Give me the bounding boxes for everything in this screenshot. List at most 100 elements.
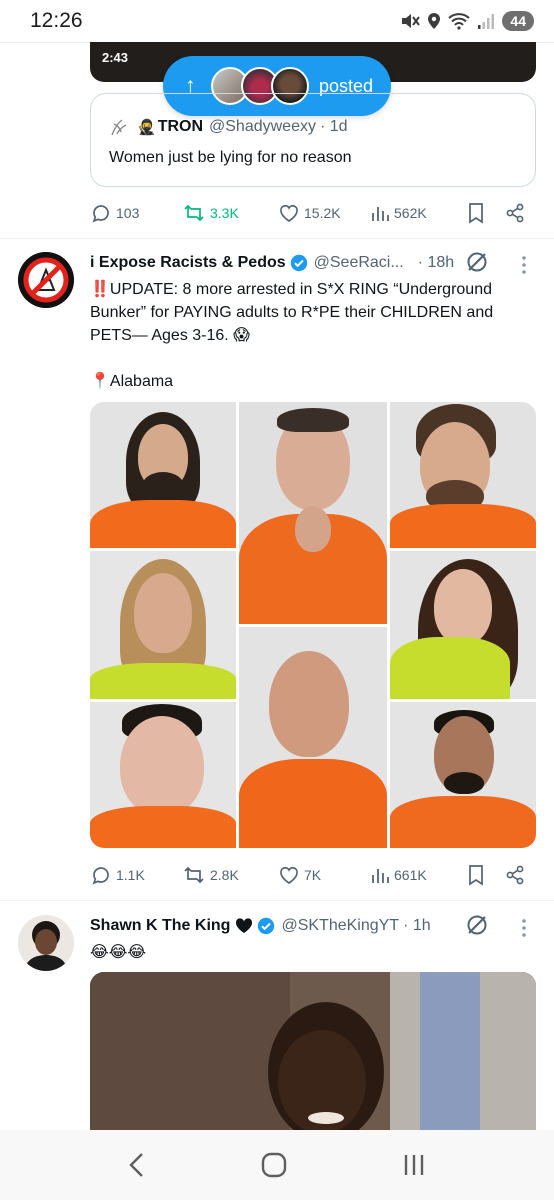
- status-icons: 44: [400, 11, 534, 31]
- grok-icon[interactable]: [465, 913, 489, 937]
- battery-indicator: 44: [502, 11, 534, 31]
- more-icon[interactable]: [521, 918, 527, 938]
- reply-count: 1.1K: [116, 867, 145, 883]
- status-bar: 12:26 44: [0, 0, 554, 42]
- mugshot-photo[interactable]: [90, 551, 236, 699]
- tweet2-text-line1: ‼️UPDATE: 8 more arrested in S*X RING “U…: [90, 281, 492, 298]
- bookmark-icon[interactable]: [466, 864, 486, 886]
- photo-face: [434, 569, 492, 645]
- photo-face: [269, 651, 349, 757]
- views-icon: [372, 207, 389, 221]
- verified-icon: [290, 254, 307, 272]
- views-count: 562K: [394, 205, 427, 221]
- mugshot-photo[interactable]: [90, 402, 236, 548]
- author-name[interactable]: Shawn K The King: [90, 917, 230, 935]
- views-count: 661K: [394, 867, 427, 883]
- photo-face: [120, 716, 204, 816]
- like-button[interactable]: 15.2K: [278, 198, 341, 228]
- recents-icon[interactable]: [401, 1152, 427, 1178]
- tweet2-text-line2: Bunker” for PAYING adults to R*PE their …: [90, 304, 494, 321]
- like-button[interactable]: 7K: [278, 860, 321, 890]
- author-handle[interactable]: @SeeRaci...: [314, 254, 404, 272]
- quote-text: Women just be lying for no reason: [109, 149, 352, 166]
- mugshot-photo[interactable]: [390, 551, 536, 699]
- avatar[interactable]: [18, 252, 74, 308]
- photo-shirt: [390, 796, 536, 848]
- reply-button[interactable]: 1.1K: [90, 860, 145, 890]
- tweet-divider: [0, 238, 554, 239]
- tweet3-text: 😂😂😂: [90, 944, 147, 961]
- mugshot-photo[interactable]: [239, 627, 387, 848]
- quote-avatar-icon: [111, 119, 127, 136]
- mugshot-photo[interactable]: [239, 402, 387, 624]
- photo-neck: [295, 506, 331, 552]
- photo-beard: [142, 472, 184, 500]
- like-icon: [280, 866, 298, 884]
- photo-shirt: [390, 504, 536, 548]
- photo-beard: [444, 772, 484, 794]
- photo-shirt: [90, 663, 236, 699]
- tweet-time: · 18h: [417, 254, 455, 271]
- reply-icon: [92, 205, 109, 223]
- views-button[interactable]: 562K: [370, 198, 427, 228]
- no-symbol-avatar-icon: [18, 252, 74, 308]
- quote-emoji: 🥷: [137, 119, 156, 136]
- repost-icon: [184, 866, 204, 884]
- more-icon[interactable]: [521, 255, 527, 275]
- system-nav-bar: [0, 1130, 554, 1200]
- mugshot-photo[interactable]: [390, 702, 536, 848]
- repost-button[interactable]: 2.8K: [182, 860, 239, 890]
- tweet2-text-line3: PETS— Ages 3-16. 😱: [90, 327, 250, 344]
- like-icon: [280, 204, 298, 222]
- quoted-tweet[interactable]: 🥷 TRON @Shadyweexy · 1d Women just be ly…: [90, 93, 536, 187]
- tweet-divider: [0, 900, 554, 901]
- location-icon: [428, 13, 441, 29]
- photo-shirt: [239, 759, 387, 848]
- tweet3-video[interactable]: [90, 972, 536, 1130]
- tweet1-action-bar: 103 3.3K 15.2K 562K: [90, 198, 536, 228]
- mugshot-photo[interactable]: [390, 402, 536, 548]
- avatar[interactable]: [18, 915, 74, 971]
- repost-count: 2.8K: [210, 867, 239, 883]
- share-icon[interactable]: [504, 864, 526, 886]
- verified-icon: [258, 917, 275, 935]
- status-time: 12:26: [30, 9, 83, 32]
- reply-icon: [92, 867, 109, 885]
- repost-count: 3.3K: [210, 205, 239, 221]
- signal-icon: [478, 14, 495, 29]
- repost-button[interactable]: 3.3K: [182, 198, 239, 228]
- heart-icon: [236, 918, 253, 933]
- author-handle[interactable]: @SKTheKingYT: [281, 917, 399, 935]
- like-count: 7K: [304, 867, 322, 883]
- tweet2-action-bar: 1.1K 2.8K 7K 661K: [90, 860, 536, 890]
- quote-name: TRON: [157, 118, 204, 135]
- quote-handle: @Shadyweexy: [209, 118, 316, 135]
- photo-shirt: [90, 806, 236, 848]
- share-icon[interactable]: [504, 202, 526, 224]
- photo-shirt: [390, 637, 510, 699]
- photo-hair: [277, 408, 349, 432]
- photo-face: [134, 573, 192, 653]
- tweet-time: · 1h: [403, 917, 431, 934]
- views-icon: [372, 869, 389, 883]
- bookmark-icon[interactable]: [466, 202, 486, 224]
- like-count: 15.2K: [304, 205, 341, 221]
- profile-photo: [18, 915, 74, 971]
- tweet2-location: 📍Alabama: [90, 373, 174, 390]
- repost-icon: [184, 204, 204, 222]
- photo-shirt: [90, 500, 236, 548]
- grok-icon[interactable]: [465, 250, 489, 274]
- author-name[interactable]: i Expose Racists & Pedos: [90, 254, 286, 272]
- mute-icon: [402, 14, 421, 28]
- video-frame: [90, 972, 536, 1130]
- quote-time: · 1d: [319, 118, 348, 135]
- back-icon[interactable]: [127, 1151, 147, 1179]
- quote-header: 🥷 TRON @Shadyweexy · 1d: [109, 116, 348, 138]
- views-button[interactable]: 661K: [370, 860, 427, 890]
- video-duration: 2:43: [102, 50, 129, 65]
- mugshot-photo[interactable]: [90, 702, 236, 848]
- mugshot-grid[interactable]: [90, 402, 536, 848]
- wifi-icon: [448, 13, 471, 30]
- reply-button[interactable]: 103: [90, 198, 139, 228]
- home-icon[interactable]: [260, 1151, 288, 1179]
